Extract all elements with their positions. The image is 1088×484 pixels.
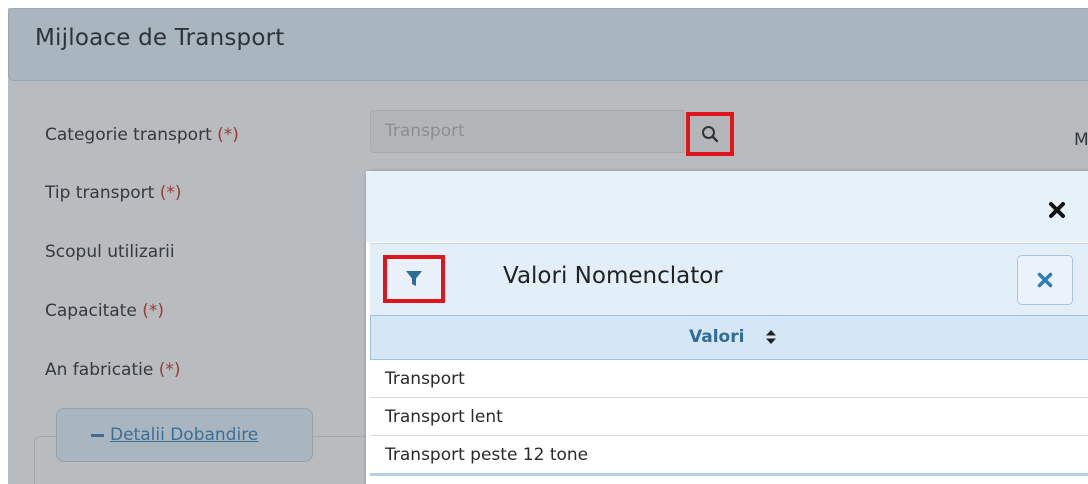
- minus-icon: [91, 433, 104, 437]
- table-row[interactable]: Transport peste 12 tone: [370, 436, 1088, 476]
- clear-icon: [1037, 272, 1053, 288]
- detalii-dobandire-toggle[interactable]: Detalii Dobandire: [56, 408, 313, 462]
- grid-caption: Valori Nomenclator: [370, 243, 1088, 316]
- field-label: Categorie transport: [45, 125, 212, 145]
- sort-icon: [766, 330, 776, 344]
- field-label: An fabricatie: [45, 360, 154, 380]
- search-icon: [702, 126, 719, 143]
- column-header-label: Valori: [689, 327, 745, 347]
- categorie-transport-input[interactable]: Transport: [370, 110, 684, 153]
- close-icon: [1049, 202, 1065, 218]
- column-header-valori[interactable]: Valori: [370, 315, 1088, 360]
- detalii-dobandire-label: Detalii Dobandire: [110, 425, 259, 445]
- label-an-fabricatie: An fabricatie (*): [45, 360, 181, 380]
- search-button[interactable]: [686, 112, 734, 156]
- required-mark: (*): [142, 301, 164, 321]
- close-modal-button[interactable]: [1042, 195, 1072, 225]
- required-mark: (*): [217, 125, 239, 145]
- filter-icon: [406, 271, 422, 286]
- label-scopul-utilizarii: Scopul utilizarii: [45, 242, 175, 262]
- label-capacitate: Capacitate (*): [45, 301, 164, 321]
- table-row[interactable]: Transport: [370, 360, 1088, 398]
- cut-off-label: M: [1074, 130, 1088, 150]
- clear-filter-button[interactable]: [1017, 255, 1073, 305]
- nomenclator-modal: Valori Nomenclator Valori Transport Tran…: [366, 171, 1088, 484]
- panel-header: Mijloace de Transport: [8, 8, 1088, 81]
- required-mark: (*): [158, 360, 181, 380]
- field-label: Tip transport: [45, 183, 155, 203]
- label-tip-transport: Tip transport (*): [45, 183, 182, 203]
- grid-title: Valori Nomenclator: [503, 263, 723, 289]
- modal-header: [366, 171, 1088, 242]
- field-label: Capacitate: [45, 301, 137, 321]
- field-label: Scopul utilizarii: [45, 242, 175, 262]
- page-title: Mijloace de Transport: [35, 25, 285, 51]
- required-mark: (*): [159, 183, 182, 203]
- filter-button[interactable]: [383, 255, 445, 303]
- table-row[interactable]: Transport lent: [370, 398, 1088, 436]
- page: Mijloace de Transport Categorie transpor…: [8, 8, 1088, 484]
- label-categorie-transport: Categorie transport (*): [45, 125, 239, 145]
